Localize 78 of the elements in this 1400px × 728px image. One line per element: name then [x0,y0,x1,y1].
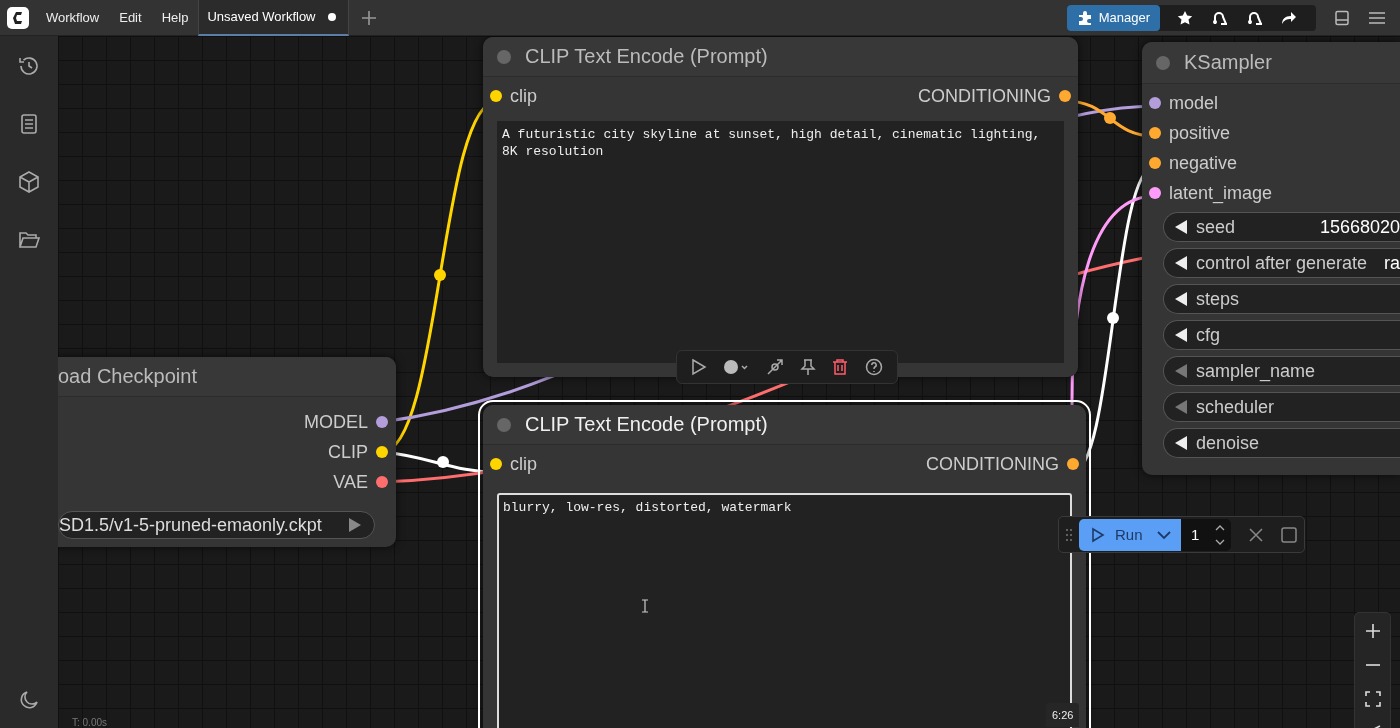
color-picker-icon[interactable] [723,358,750,376]
file-dropdown[interactable]: SD1.5/v1-5-pruned-emaonly.ckpt [58,511,375,539]
zoom-in-icon[interactable] [1364,623,1381,639]
run-button[interactable]: Run [1079,518,1181,551]
slot-label: clip [510,85,537,107]
slot-label: CONDITIONING [918,85,1051,107]
close-icon[interactable] [1249,527,1263,542]
star-icon[interactable] [1177,9,1193,26]
slot-dot[interactable] [376,476,388,488]
slot-dot[interactable] [1149,97,1161,109]
video-timestamp: 6:26 [1046,703,1080,727]
slot-dot[interactable] [1149,127,1161,139]
app-logo-icon[interactable] [6,5,30,30]
slot-label: negative [1169,152,1238,174]
slot-label: CONDITIONING [926,453,1059,475]
menu-icon[interactable] [1368,9,1386,26]
slot-dot[interactable] [1067,458,1079,470]
add-tab-icon[interactable] [360,9,377,26]
stop-icon[interactable] [1281,526,1297,543]
right-arrow-icon [348,517,362,533]
render-time: T: 0.00s [72,717,108,728]
pin-icon[interactable] [800,358,817,376]
combo-widget[interactable]: scheduler [1163,392,1400,422]
slot-dot[interactable] [490,90,502,102]
status-dot [497,49,511,64]
caret-icon [1157,529,1171,540]
combo-widget[interactable]: control after generate ra [1163,248,1400,278]
number-widget[interactable]: seed 15668020 [1163,212,1400,242]
left-arrow-icon[interactable] [1174,327,1188,343]
slot-dot[interactable] [1059,90,1071,102]
play-icon[interactable] [691,358,708,376]
slot-label: model [1169,92,1219,114]
menu-item[interactable]: Workflow [36,0,110,36]
bypass-icon[interactable] [765,358,784,376]
slot-dot[interactable] [1149,187,1161,199]
fit-view-icon[interactable] [1364,691,1381,707]
number-widget[interactable]: denoise [1163,428,1400,458]
help-icon[interactable] [864,358,883,376]
trash-icon[interactable] [832,358,849,376]
slot-label: CLIP [327,441,368,463]
slot-dot[interactable] [376,446,388,458]
node-title: CLIP Text Encode (Prompt) [525,413,768,436]
node-title: CLIP Text Encode (Prompt) [525,45,768,68]
slot-label: positive [1169,122,1231,144]
vacuum-icon[interactable] [1211,9,1228,26]
menu-item[interactable]: Edit [109,0,152,36]
manager-button[interactable]: Manager [1066,4,1160,31]
status-dot [1156,55,1170,70]
left-arrow-icon[interactable] [1174,291,1188,307]
text-cursor-icon [641,599,649,613]
panel-icon[interactable] [1334,9,1350,26]
share-icon[interactable] [1281,9,1297,26]
node-title: KSampler [1184,51,1272,74]
puzzle-icon [1076,9,1093,26]
vacuum-icon[interactable] [1246,9,1263,26]
slot-label: VAE [333,471,368,493]
left-arrow-icon[interactable] [1174,255,1188,271]
workflow-tab[interactable]: Unsaved Workflow [198,0,349,36]
slot-label: MODEL [304,411,368,433]
left-arrow-icon[interactable] [1174,219,1188,235]
slot-label: clip [510,453,537,475]
node-title: oad Checkpoint [58,365,197,388]
left-arrow-icon[interactable] [1174,435,1188,451]
number-widget[interactable]: cfg [1163,320,1400,350]
cube-icon[interactable] [17,170,41,194]
drag-handle-icon[interactable] [1065,527,1073,542]
play-icon [1091,526,1105,543]
number-widget[interactable]: steps [1163,284,1400,314]
prompt-field[interactable]: A futuristic city skyline at sunset, high detail, cinematic lighting, 8K resolution [497,121,1064,363]
slot-dot[interactable] [376,416,388,428]
slot-dot[interactable] [1149,157,1161,169]
history-icon[interactable] [17,54,41,78]
slot-dot[interactable] [490,458,502,470]
combo-widget[interactable]: sampler_name [1163,356,1400,386]
batch-count-field[interactable]: 1 [1181,518,1231,551]
slot-label: latent_image [1169,182,1273,204]
menu-item[interactable]: Help [151,0,199,36]
status-dot [497,417,511,432]
